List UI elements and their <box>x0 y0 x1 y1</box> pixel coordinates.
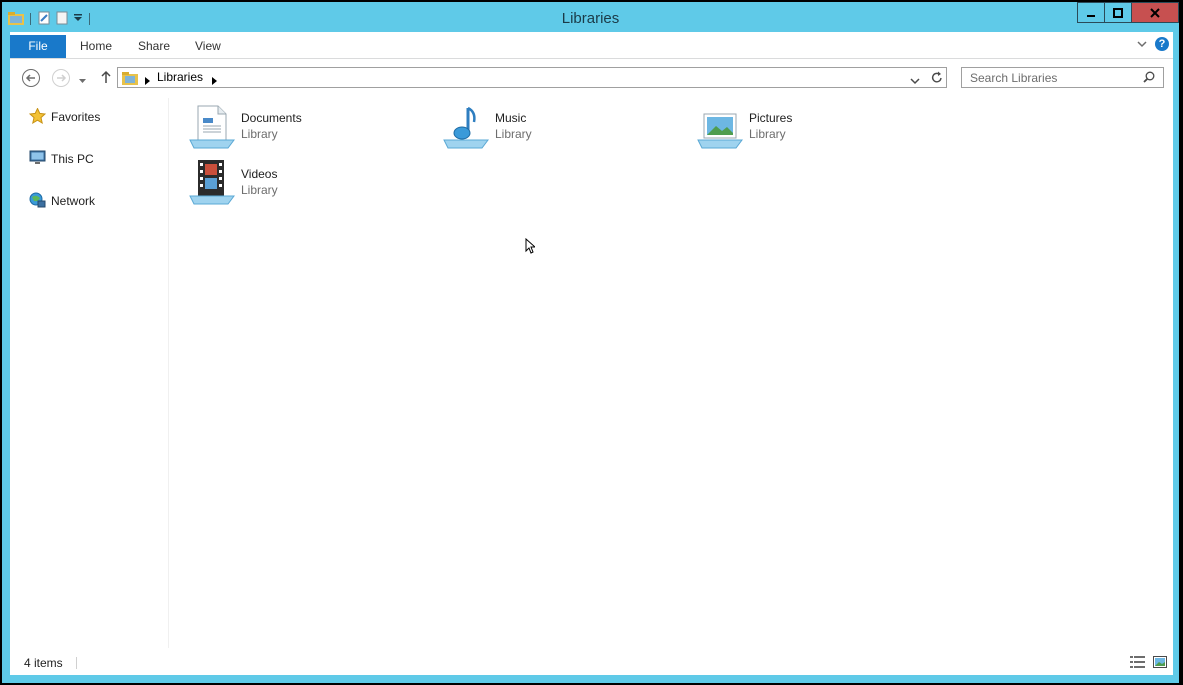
tab-share[interactable]: Share <box>130 34 178 58</box>
breadcrumb-arrow-icon[interactable] <box>212 74 217 88</box>
address-bar[interactable]: Libraries <box>117 67 947 88</box>
minimize-icon <box>1087 14 1095 17</box>
library-item-pictures[interactable]: Pictures Library <box>696 102 936 156</box>
explorer-window: Libraries File Home Share View ? Librari… <box>2 2 1179 683</box>
back-button[interactable] <box>21 68 41 91</box>
status-bar: 4 items <box>10 648 1173 675</box>
close-button[interactable] <box>1132 2 1179 23</box>
library-item-documents[interactable]: Documents Library <box>188 102 428 156</box>
address-history-icon[interactable] <box>910 74 920 88</box>
library-type: Library <box>241 127 278 141</box>
library-item-music[interactable]: Music Library <box>442 102 682 156</box>
recent-locations-button[interactable] <box>78 73 87 87</box>
network-icon <box>29 192 46 211</box>
item-count: 4 items <box>24 656 63 670</box>
refresh-icon[interactable] <box>931 71 943 87</box>
navigation-pane: Favorites This PC Network <box>10 98 169 648</box>
library-name: Videos <box>241 167 278 181</box>
star-icon <box>28 106 47 127</box>
forward-button[interactable] <box>51 68 71 91</box>
forward-arrow-icon <box>52 69 70 87</box>
nav-item-label: Network <box>51 194 96 208</box>
library-type: Library <box>495 127 532 141</box>
title-bar[interactable]: Libraries <box>2 2 1179 34</box>
library-type: Library <box>749 127 786 141</box>
nav-item-label: This PC <box>51 152 94 166</box>
tab-home[interactable]: Home <box>72 34 120 58</box>
library-name: Music <box>495 111 527 125</box>
nav-item-label: Favorites <box>51 110 101 124</box>
music-library-icon <box>442 102 490 150</box>
pictures-library-icon <box>696 102 744 150</box>
nav-item-this-pc[interactable]: This PC <box>29 150 94 168</box>
breadcrumb-libraries[interactable]: Libraries <box>157 70 203 84</box>
tab-file[interactable]: File <box>10 35 66 58</box>
up-button[interactable] <box>99 70 113 87</box>
videos-library-icon <box>188 158 236 206</box>
nav-item-network[interactable]: Network <box>29 192 95 210</box>
minimize-button[interactable] <box>1077 2 1105 23</box>
search-input[interactable]: Search Libraries <box>970 71 1057 85</box>
explorer-client: File Home Share View ? Libraries Search … <box>10 32 1173 675</box>
computer-icon <box>29 150 46 168</box>
search-icon[interactable] <box>1143 71 1155 86</box>
search-box[interactable]: Search Libraries <box>961 67 1164 88</box>
help-icon[interactable]: ? <box>1155 37 1169 51</box>
library-list: Documents Library Music Library Pictures… <box>169 98 1173 648</box>
breadcrumb-root-arrow-icon[interactable] <box>145 74 150 88</box>
close-icon <box>1150 7 1160 18</box>
nav-item-favorites[interactable]: Favorites <box>28 106 101 127</box>
window-title: Libraries <box>561 10 620 27</box>
back-arrow-icon <box>22 69 40 87</box>
library-name: Documents <box>241 111 302 125</box>
up-arrow-icon <box>101 70 111 83</box>
library-name: Pictures <box>749 111 793 125</box>
ribbon-controls: ? <box>1137 37 1169 51</box>
ribbon: File Home Share View ? <box>10 32 1173 59</box>
maximize-button[interactable] <box>1105 2 1132 23</box>
details-view-icon[interactable] <box>1130 656 1145 671</box>
tab-view[interactable]: View <box>187 34 229 58</box>
library-item-videos[interactable]: Videos Library <box>188 158 428 212</box>
status-separator <box>76 657 77 669</box>
maximize-icon <box>1113 7 1123 18</box>
view-switcher <box>1130 656 1167 671</box>
window-controls <box>1077 2 1179 23</box>
libraries-icon <box>122 70 138 88</box>
large-icons-view-icon[interactable] <box>1153 656 1167 671</box>
chevron-down-icon <box>79 79 86 83</box>
navigation-bar: Libraries Search Libraries <box>10 59 1173 97</box>
expand-ribbon-icon[interactable] <box>1137 37 1147 51</box>
mouse-cursor-icon <box>525 237 537 257</box>
documents-library-icon <box>188 102 236 150</box>
library-type: Library <box>241 183 278 197</box>
